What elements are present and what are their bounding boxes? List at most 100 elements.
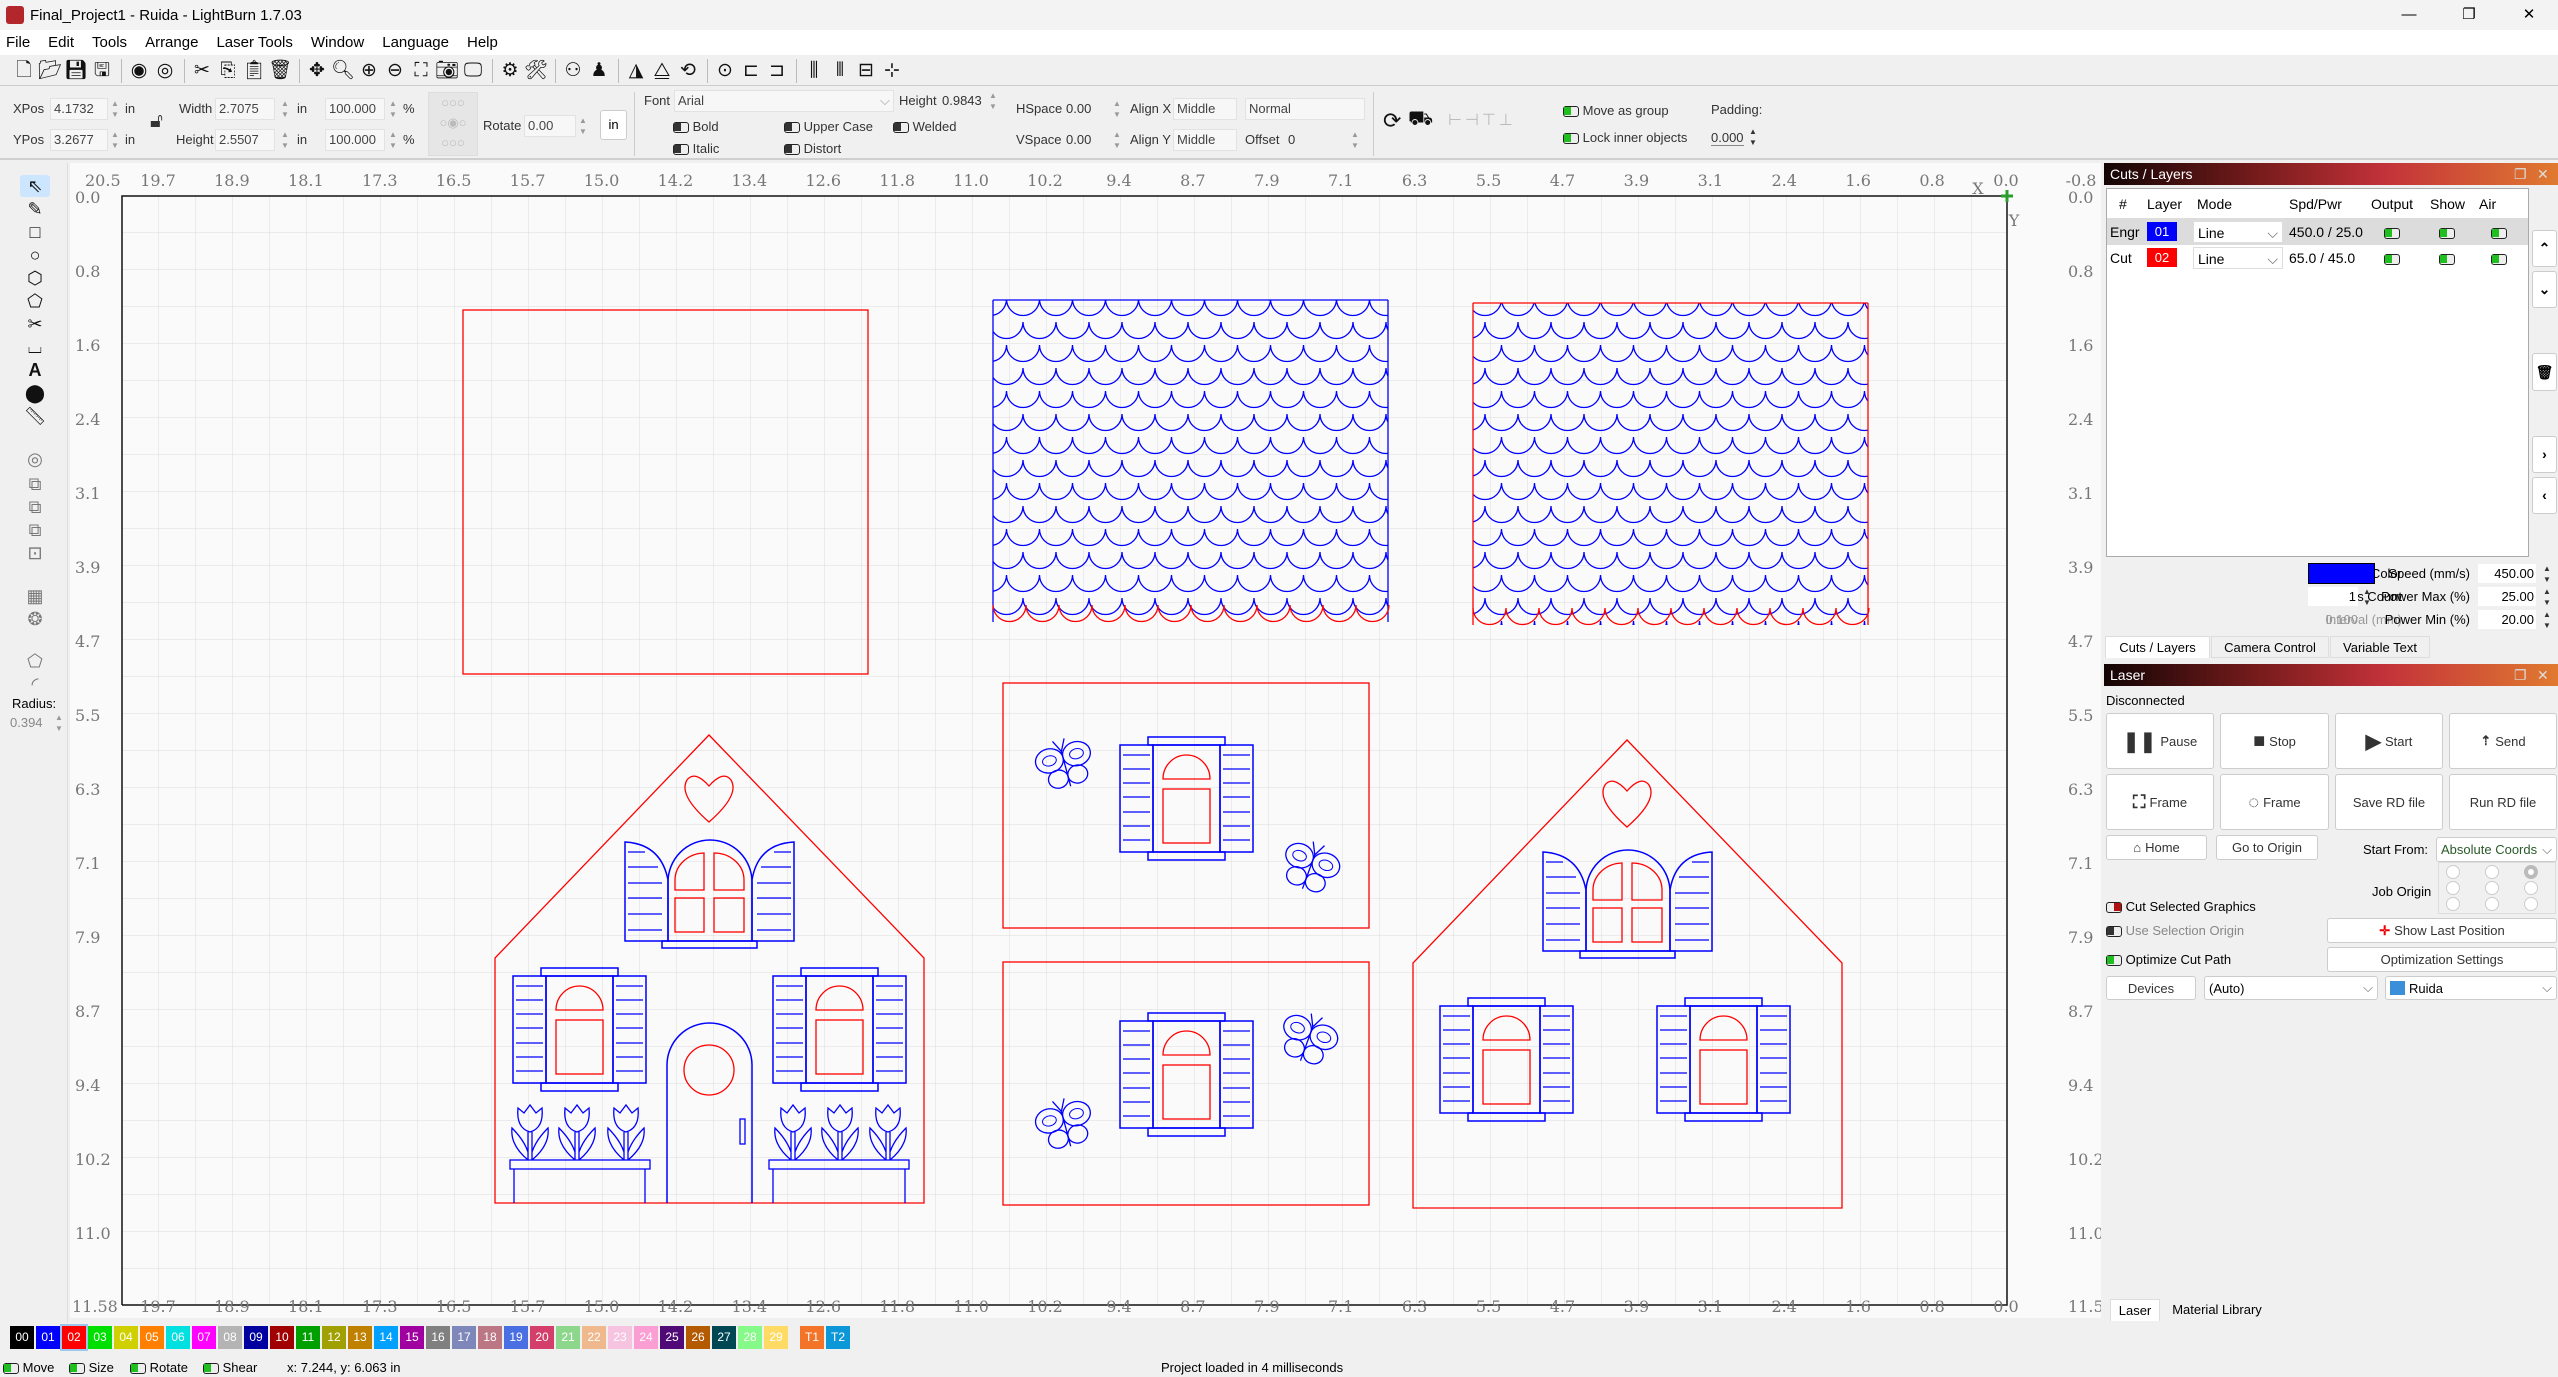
move-icon[interactable]: ✥ [305, 59, 329, 83]
boolean-intersect-icon[interactable]: ⊡ [20, 542, 50, 564]
column-header[interactable]: Output [2371, 196, 2413, 212]
delete-layer-button[interactable]: 🗑︎ [2532, 353, 2557, 391]
delete-icon[interactable]: 🗑︎ [268, 59, 292, 83]
pause-button[interactable]: ❚❚ Pause [2106, 713, 2214, 769]
ellipse-tool-icon[interactable]: ○ [20, 244, 50, 266]
welded-toggle[interactable]: Welded [893, 119, 956, 134]
palette-color-23[interactable]: 23 [608, 1326, 632, 1349]
go-to-origin-button[interactable]: Go to Origin [2216, 835, 2318, 860]
snap-icon[interactable]: ⊹ [880, 59, 904, 83]
boolean-subtract-icon[interactable]: ⧉ [20, 519, 50, 541]
zoom-to-page-icon[interactable]: 🔍︎ [331, 59, 355, 83]
frame-rect-button[interactable]: ⛶ Frame [2106, 774, 2214, 830]
roof-scales-panel-1[interactable] [992, 299, 1390, 623]
lock-aspect-icon[interactable]: 🔓︎ [150, 110, 163, 133]
scale-y-input[interactable]: 100.000 [325, 129, 385, 151]
air-toggle[interactable] [2491, 251, 2507, 266]
power-min-spinner[interactable]: ▲ ▼ [2542, 609, 2552, 631]
run-rd-file-button[interactable]: Run RD file [2449, 774, 2557, 830]
expand-right-button[interactable]: › [2532, 436, 2557, 473]
scale-x-spinner[interactable]: ▲ ▼ [388, 98, 398, 120]
use-selection-origin-toggle[interactable]: Use Selection Origin [2106, 923, 2244, 938]
workspace-canvas[interactable]: 20.5 19.7 19.7 18.9 18.9 18.1 18.1 17.3 17.3 16.5… [70, 163, 2101, 1318]
start-from-select[interactable]: Absolute Coords ⌵ [2436, 837, 2557, 862]
palette-color-27[interactable]: 27 [712, 1326, 736, 1349]
auto-join-icon[interactable]: ⬠ [20, 650, 50, 672]
menu-file[interactable]: File [6, 34, 30, 51]
ungroup-icon[interactable]: ♟ [587, 59, 611, 83]
output-toggle[interactable] [2384, 225, 2400, 240]
menu-edit[interactable]: Edit [48, 34, 74, 51]
palette-color-26[interactable]: 26 [686, 1326, 710, 1349]
cut-selected-graphics-toggle[interactable]: Cut Selected Graphics [2106, 899, 2256, 914]
layer-color-swatch[interactable] [2308, 563, 2375, 584]
palette-color-08[interactable]: 08 [218, 1326, 242, 1349]
move-layer-down-button[interactable]: ⌄ [2532, 271, 2557, 308]
column-header[interactable]: Air [2479, 196, 2496, 212]
menu-help[interactable]: Help [467, 34, 498, 51]
vspace-input[interactable]: 0.00 [1066, 132, 1091, 147]
menu-laser-tools[interactable]: Laser Tools [216, 34, 292, 51]
origin-radio-selected[interactable] [2524, 865, 2538, 879]
palette-color-07[interactable]: 07 [192, 1326, 216, 1349]
palette-color-24[interactable]: 24 [634, 1326, 658, 1349]
offset-shapes-icon[interactable]: ◎ [20, 448, 50, 470]
origin-radio[interactable] [2485, 897, 2499, 911]
rotate-icon[interactable]: ⟲ [676, 59, 700, 83]
weld-icon[interactable]: ⧉ [20, 473, 50, 495]
palette-color-21[interactable]: 21 [556, 1326, 580, 1349]
origin-radio[interactable] [2524, 881, 2538, 895]
optimization-settings-button[interactable]: Optimization Settings [2327, 947, 2557, 972]
power-min-input[interactable]: 20.00 [2478, 610, 2536, 629]
palette-color-15[interactable]: 15 [400, 1326, 424, 1349]
power-max-input[interactable]: 25.00 [2478, 587, 2536, 606]
move-layer-up-button[interactable]: ⌃ [2532, 230, 2557, 267]
offset-spinner[interactable]: ▲ ▼ [1350, 129, 1360, 151]
trim-scissors-icon[interactable]: ✂ [20, 313, 50, 335]
close-panel-icon[interactable]: ✕ [2537, 664, 2549, 686]
palette-color-05[interactable]: 05 [140, 1326, 164, 1349]
units-toggle-button[interactable]: in [600, 110, 627, 140]
palette-color-25[interactable]: 25 [660, 1326, 684, 1349]
palette-color-29[interactable]: 29 [764, 1326, 788, 1349]
menu-window[interactable]: Window [311, 34, 364, 51]
origin-radio[interactable] [2446, 865, 2460, 879]
home-button[interactable]: ⌂ Home [2106, 835, 2207, 860]
frame-circle-button[interactable]: ◌ Frame [2220, 774, 2329, 830]
pass-count-input[interactable]: 1 [2308, 587, 2358, 606]
move-toggle[interactable]: Move [3, 1360, 54, 1375]
offset-input[interactable]: 0 [1288, 132, 1295, 147]
stop-button[interactable]: ■ Stop [2220, 713, 2329, 769]
speed-spinner[interactable]: ▲ ▼ [2542, 563, 2552, 585]
menu-language[interactable]: Language [382, 34, 449, 51]
palette-color-18[interactable]: 18 [478, 1326, 502, 1349]
palette-color-17[interactable]: 17 [452, 1326, 476, 1349]
monitor-icon[interactable]: 🖵 [461, 59, 485, 83]
font-select[interactable]: Arial [674, 90, 894, 112]
port-select[interactable]: (Auto) ⌵ [2204, 976, 2378, 1000]
show-last-position-button[interactable]: ✛ Show Last Position [2327, 918, 2557, 943]
air-toggle[interactable] [2491, 225, 2507, 240]
zoom-in-icon[interactable]: ⊕ [357, 59, 381, 83]
radius-input[interactable]: 0.394 [10, 715, 43, 730]
align-y-select[interactable]: Middle [1173, 129, 1237, 151]
rotate-toggle[interactable]: Rotate [130, 1360, 188, 1375]
save-rd-file-button[interactable]: Save RD file [2335, 774, 2443, 830]
copy-icon[interactable]: ⎘ [216, 59, 240, 83]
settings-icon[interactable]: ⚙ [498, 59, 522, 83]
show-toggle[interactable] [2439, 225, 2455, 240]
width-spinner[interactable]: ▲ ▼ [280, 98, 290, 120]
edit-nodes-icon[interactable]: ⬠ [20, 290, 50, 312]
align-left-icon[interactable]: ⊏ [739, 59, 763, 83]
boolean-union-icon[interactable]: ⧉ [20, 496, 50, 518]
palette-color-13[interactable]: 13 [348, 1326, 372, 1349]
palette-color-16[interactable]: 16 [426, 1326, 450, 1349]
palette-color-04[interactable]: 04 [114, 1326, 138, 1349]
float-window-icon[interactable]: ❐ [2514, 163, 2527, 185]
tab-variable-text[interactable]: Variable Text [2330, 636, 2430, 658]
maximize-button[interactable]: ❐ [2440, 0, 2498, 30]
open-file-icon[interactable]: 📂︎ [38, 59, 62, 83]
camera-icon[interactable]: 📷︎ [435, 59, 459, 83]
rectangle-tool-icon[interactable]: □ [20, 221, 50, 243]
height-spinner[interactable]: ▲ ▼ [280, 129, 290, 151]
